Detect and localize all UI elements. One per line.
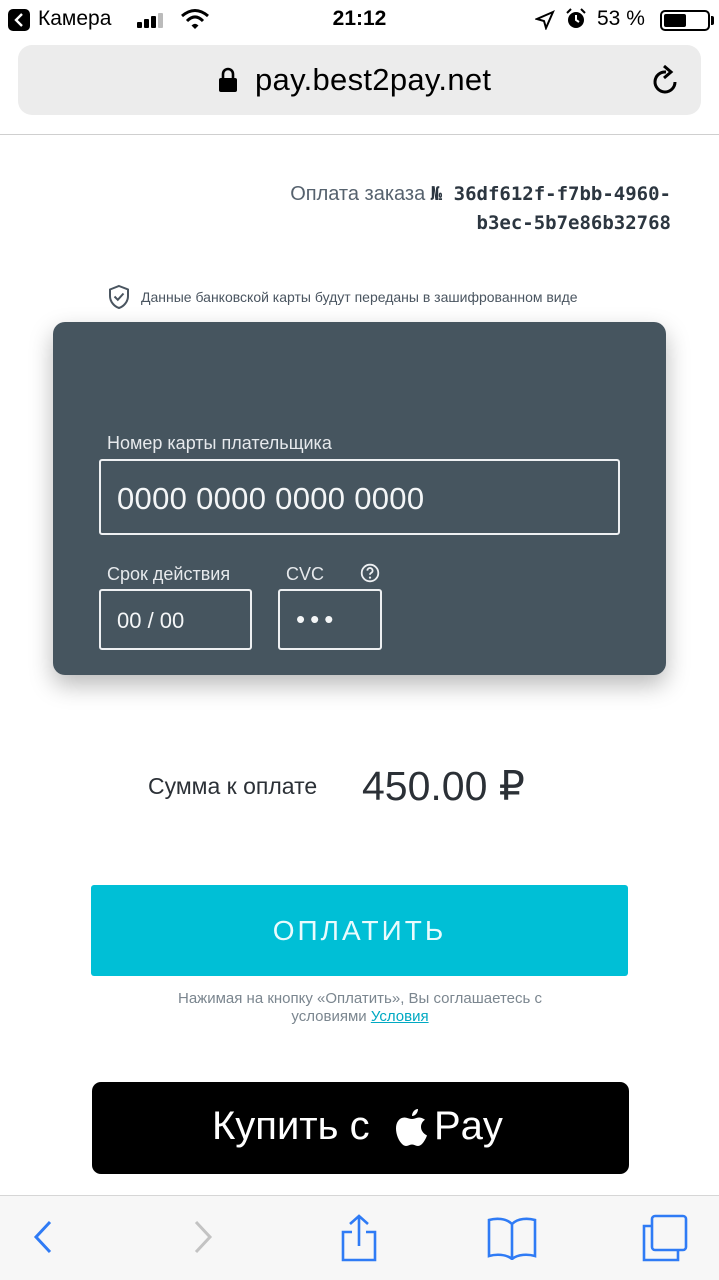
pay-button[interactable]: ОПЛАТИТЬ <box>91 885 628 976</box>
shield-icon <box>109 284 129 310</box>
location-icon <box>535 10 555 30</box>
secure-note-text: Данные банковской карты будут переданы в… <box>141 289 578 305</box>
forward-icon[interactable] <box>190 1214 216 1260</box>
divider <box>0 134 719 135</box>
card-form: Номер карты плательщика 0000 0000 0000 0… <box>53 322 666 675</box>
url-text[interactable]: pay.best2pay.net <box>255 62 491 98</box>
battery-percent: 53 % <box>597 7 645 30</box>
battery-level <box>664 14 686 27</box>
share-icon[interactable] <box>338 1214 380 1262</box>
amount-label: Сумма к оплате <box>148 773 318 799</box>
order-prefix: Оплата заказа <box>290 183 426 205</box>
back-icon[interactable] <box>30 1214 56 1260</box>
expiry-label: Срок действия <box>107 564 231 584</box>
address-bar[interactable]: pay.best2pay.net <box>18 45 701 115</box>
battery-nub <box>711 16 714 25</box>
terms-text: Нажимая на кнопку «Оплатить», Вы соглаша… <box>178 990 542 1025</box>
browser-toolbar <box>0 1195 719 1280</box>
card-number-label: Номер карты плательщика <box>107 433 332 453</box>
battery-icon <box>660 10 710 31</box>
status-bar: Камера 21:12 53 % <box>0 0 719 40</box>
expiry-input[interactable]: 00 / 00 <box>99 589 252 650</box>
order-info: Оплата заказа № 36df612f-f7bb-4960-b3ec-… <box>251 180 671 238</box>
reload-icon[interactable] <box>651 65 681 97</box>
terms-link[interactable]: Условия <box>371 1008 429 1025</box>
amount-value: 450.00 ₽ <box>362 763 525 809</box>
apple-pay-button[interactable]: Купить с Pay <box>92 1082 629 1174</box>
apple-icon <box>396 1109 427 1146</box>
order-number: № 36df612f-f7bb-4960-b3ec-5b7e86b32768 <box>430 183 671 234</box>
card-number-input[interactable]: 0000 0000 0000 0000 <box>99 459 620 535</box>
help-icon[interactable] <box>360 563 380 583</box>
cvc-label: CVC <box>286 564 325 584</box>
cvc-input[interactable]: ••• <box>278 589 382 650</box>
tabs-icon[interactable] <box>640 1214 690 1262</box>
apple-pay-pay-label: Pay <box>434 1104 503 1148</box>
terms-note: Нажимая на кнопку «Оплатить», Вы соглаша… <box>160 990 560 1026</box>
alarm-icon <box>566 8 586 28</box>
lock-icon <box>219 67 237 92</box>
apple-pay-buy-label: Купить с <box>212 1104 370 1148</box>
bookmarks-icon[interactable] <box>486 1214 538 1260</box>
